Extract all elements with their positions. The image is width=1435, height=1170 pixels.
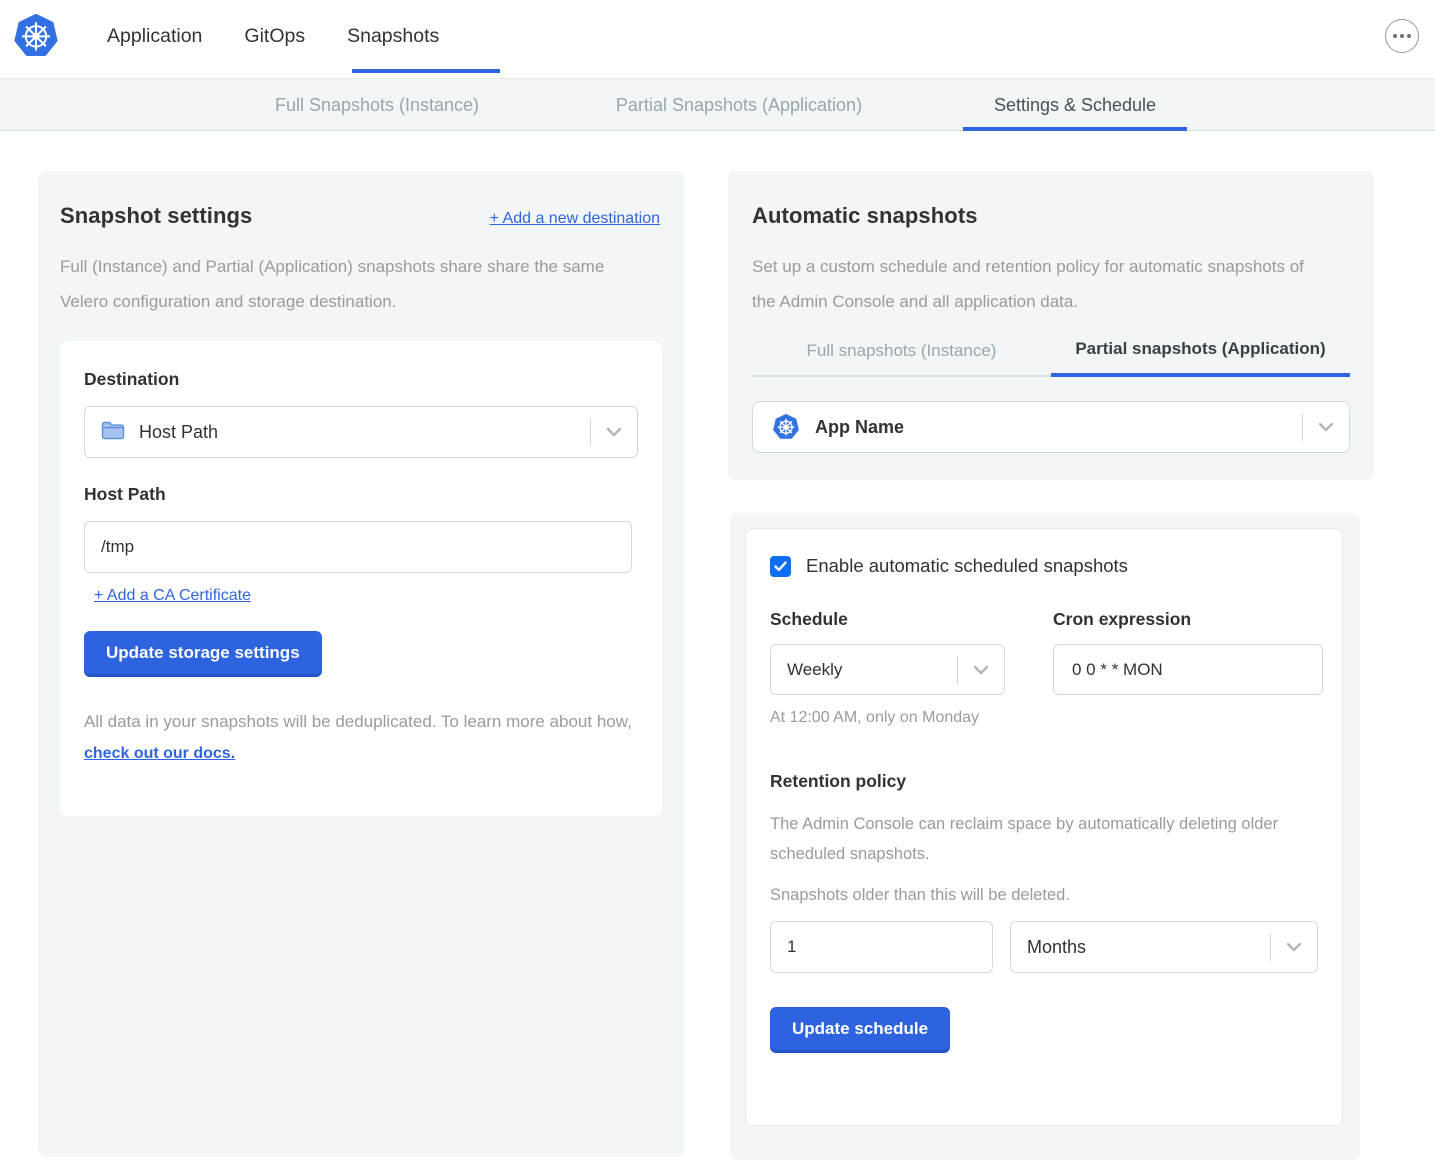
schedule-interval-select[interactable]: Weekly [770,644,1005,695]
automatic-snapshots-panel: Automatic snapshots Set up a custom sche… [728,171,1374,480]
update-storage-settings-button[interactable]: Update storage settings [84,631,322,674]
host-path-input[interactable] [84,521,632,573]
host-path-label: Host Path [84,484,638,505]
enable-snapshots-row: Enable automatic scheduled snapshots [770,555,1318,577]
automatic-snapshots-title: Automatic snapshots [752,203,978,229]
cron-help-text: At 12:00 AM, only on Monday [770,709,1005,727]
kots-admin-console: Application GitOps Snapshots Full Snapsh… [0,0,1435,1170]
automatic-snapshots-description: Set up a custom schedule and retention p… [752,249,1332,319]
folder-icon [101,420,125,445]
nav-item-snapshots[interactable]: Snapshots [347,25,439,48]
snapshots-tab-bar: Full Snapshots (Instance) Partial Snapsh… [0,78,1435,131]
active-tab-underline [963,127,1187,131]
schedule-label: Schedule [770,609,1005,630]
checkmark-icon [774,561,787,572]
app-selector[interactable]: App Name [752,401,1350,453]
tab-settings-schedule[interactable]: Settings & Schedule [994,79,1156,131]
add-ca-certificate-link[interactable]: + Add a CA Certificate [94,587,251,605]
cron-expression-input[interactable] [1053,644,1323,695]
destination-value: Host Path [139,422,218,443]
chevron-down-icon [958,665,1004,675]
retention-unit-select[interactable]: Months [1010,921,1318,973]
ellipsis-icon [1393,34,1397,38]
snapshot-settings-panel: Snapshot settings + Add a new destinatio… [38,171,684,1157]
overflow-menu-button[interactable] [1385,19,1419,53]
schedule-panel: Enable automatic scheduled snapshots Sch… [730,513,1360,1160]
chevron-down-icon [1303,422,1349,432]
snapshot-settings-title: Snapshot settings [60,203,252,229]
retention-policy-description: The Admin Console can reclaim space by a… [770,809,1292,869]
nav-item-application[interactable]: Application [107,25,202,48]
nav-item-gitops[interactable]: GitOps [244,25,305,48]
docs-link[interactable]: check out our docs. [84,745,235,762]
enable-snapshots-checkbox[interactable] [770,556,791,577]
retention-policy-title: Retention policy [770,771,1318,792]
snapshot-type-tabs: Full snapshots (Instance) Partial snapsh… [752,339,1350,377]
destination-label: Destination [84,369,638,390]
active-nav-underline [352,69,500,73]
app-name-value: App Name [815,417,904,438]
tab-partial-snapshots-application[interactable]: Partial Snapshots (Application) [616,79,862,131]
snapshot-settings-description: Full (Instance) and Partial (Application… [60,249,652,319]
tab-full-snapshots-instance[interactable]: Full Snapshots (Instance) [275,79,479,131]
retention-unit-value: Months [1027,937,1086,958]
schedule-card: Enable automatic scheduled snapshots Sch… [745,528,1343,1126]
dedupe-note: All data in your snapshots will be dedup… [84,706,640,769]
destination-select[interactable]: Host Path [84,406,638,458]
enable-snapshots-label[interactable]: Enable automatic scheduled snapshots [806,555,1128,577]
chevron-down-icon [1271,942,1317,952]
app-icon [773,414,799,440]
subtab-partial-snapshots-application[interactable]: Partial snapshots (Application) [1051,339,1350,377]
retention-hint: Snapshots older than this will be delete… [770,886,1318,905]
subtab-full-snapshots-instance[interactable]: Full snapshots (Instance) [752,341,1051,377]
add-destination-link[interactable]: + Add a new destination [490,210,660,228]
retention-inputs-row: Months [770,921,1318,973]
storage-settings-card: Destination Host Path Host Path + Ad [60,341,662,816]
cron-expression-label: Cron expression [1053,609,1323,630]
main-nav: Application GitOps Snapshots [107,0,439,73]
update-schedule-button[interactable]: Update schedule [770,1007,950,1050]
retention-value-input[interactable] [770,921,993,973]
kubernetes-logo-icon [14,14,58,58]
chevron-down-icon [591,427,637,437]
schedule-interval-value: Weekly [787,660,842,680]
top-navigation: Application GitOps Snapshots [0,0,1435,78]
